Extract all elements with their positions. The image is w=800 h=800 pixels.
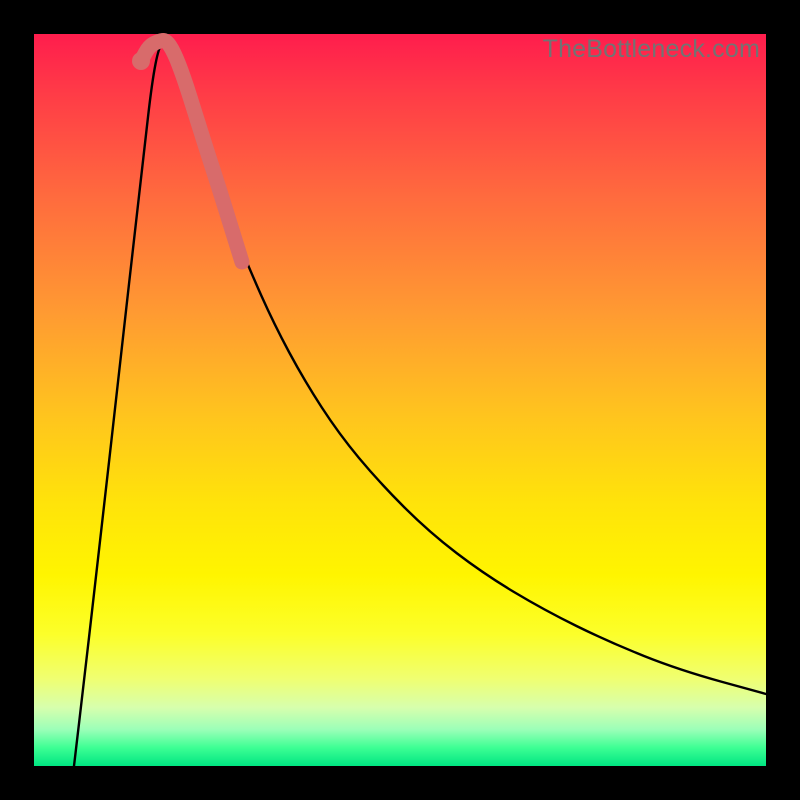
chart-frame: TheBottleneck.com [0, 0, 800, 800]
curve-svg [34, 34, 766, 766]
bottleneck-curve-path [74, 42, 766, 766]
plot-area: TheBottleneck.com [34, 34, 766, 766]
watermark-text: TheBottleneck.com [543, 35, 760, 64]
pink-nadir-dot [132, 52, 150, 70]
pink-overlay-path [141, 40, 242, 262]
